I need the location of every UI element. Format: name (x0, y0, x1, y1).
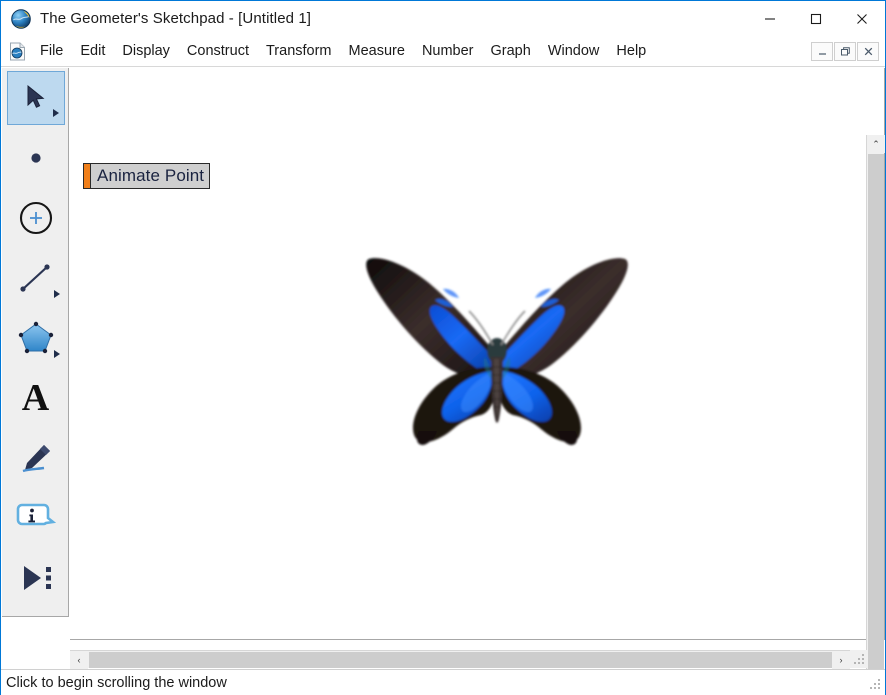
sketchpad-globe-icon (10, 8, 32, 30)
marker-tool[interactable] (2, 428, 69, 488)
sketch-window: Animate Point ⌃ (70, 68, 885, 689)
straightedge-tool[interactable] (2, 248, 69, 308)
animate-point-button[interactable]: Animate Point (83, 163, 211, 189)
segment-line-icon (19, 264, 50, 292)
pentagon-icon (18, 321, 53, 354)
minimize-icon (765, 17, 775, 20)
horizontal-scroll-thumb[interactable] (89, 652, 833, 668)
sketchpad-document-icon[interactable] (9, 42, 26, 61)
window-title: The Geometer's Sketchpad - [Untitled 1] (40, 10, 312, 27)
flyout-arrow-icon[interactable] (52, 109, 59, 117)
information-tool[interactable] (2, 488, 69, 548)
mdi-close-button[interactable] (857, 42, 879, 61)
menu-item-display[interactable]: Display (115, 40, 177, 62)
flyout-arrow-icon[interactable] (53, 290, 60, 298)
scrollbar-corner (850, 650, 868, 668)
close-button[interactable] (839, 1, 885, 36)
butterfly-image[interactable] (357, 245, 637, 450)
application-window: The Geometer's Sketchpad - [Untitled 1] (0, 0, 886, 695)
scroll-up-button[interactable]: ⌃ (867, 135, 885, 153)
resize-grip-icon[interactable] (854, 654, 866, 666)
menu-item-construct[interactable]: Construct (180, 40, 256, 62)
menu-item-edit[interactable]: Edit (73, 40, 112, 62)
status-bar: Click to begin scrolling the window (1, 669, 885, 695)
window-controls (747, 1, 885, 36)
point-tool[interactable] (2, 128, 69, 188)
scroll-left-button[interactable]: ‹ (70, 651, 88, 669)
mdi-restore-icon (840, 47, 850, 56)
mdi-restore-button[interactable] (834, 42, 856, 61)
menu-item-transform[interactable]: Transform (259, 40, 339, 62)
circle-compass-icon (19, 201, 52, 235)
text-tool[interactable]: A (2, 368, 69, 428)
info-bubble-icon (16, 503, 56, 526)
animate-point-label: Animate Point (97, 166, 205, 185)
menu-item-number[interactable]: Number (415, 40, 481, 62)
point-icon (30, 153, 41, 163)
menu-item-file[interactable]: File (33, 40, 70, 62)
sketch-canvas[interactable]: Animate Point (70, 68, 865, 620)
menu-item-graph[interactable]: Graph (484, 40, 538, 62)
menu-bar: File Edit Display Construct Transform Me… (1, 36, 885, 67)
custom-tool[interactable] (2, 548, 69, 608)
compass-tool[interactable] (2, 188, 69, 248)
menu-item-window[interactable]: Window (541, 40, 607, 62)
flyout-arrow-icon[interactable] (53, 350, 60, 358)
play-triangle-icon (23, 566, 51, 590)
close-icon (857, 13, 867, 24)
window-resize-grip-icon[interactable] (870, 679, 882, 691)
horizontal-scrollbar[interactable]: ‹ › (70, 650, 868, 669)
pen-marker-icon (22, 445, 50, 473)
menu-item-measure[interactable]: Measure (342, 40, 412, 62)
maximize-button[interactable] (793, 1, 839, 36)
arrow-select-tool[interactable] (2, 68, 69, 128)
minimize-button[interactable] (747, 1, 793, 36)
mdi-window-controls (811, 42, 879, 61)
status-message: Click to begin scrolling the window (6, 674, 227, 691)
arrow-cursor-icon (27, 84, 44, 108)
mdi-minimize-icon (818, 53, 826, 55)
scroll-right-button[interactable]: › (832, 651, 850, 669)
maximize-icon (810, 13, 822, 24)
title-bar[interactable]: The Geometer's Sketchpad - [Untitled 1] (1, 1, 885, 36)
mdi-minimize-button[interactable] (811, 42, 833, 61)
mdi-close-icon (864, 47, 872, 56)
menu-item-help[interactable]: Help (609, 40, 653, 62)
polygon-tool[interactable] (2, 308, 69, 368)
vertical-scrollbar[interactable]: ⌃ ⌄ (866, 135, 885, 689)
vertical-scroll-thumb[interactable] (868, 154, 884, 670)
letter-a-icon: A (21, 377, 50, 419)
tool-palette: A (2, 68, 69, 617)
action-button-accent-bar (84, 164, 91, 188)
